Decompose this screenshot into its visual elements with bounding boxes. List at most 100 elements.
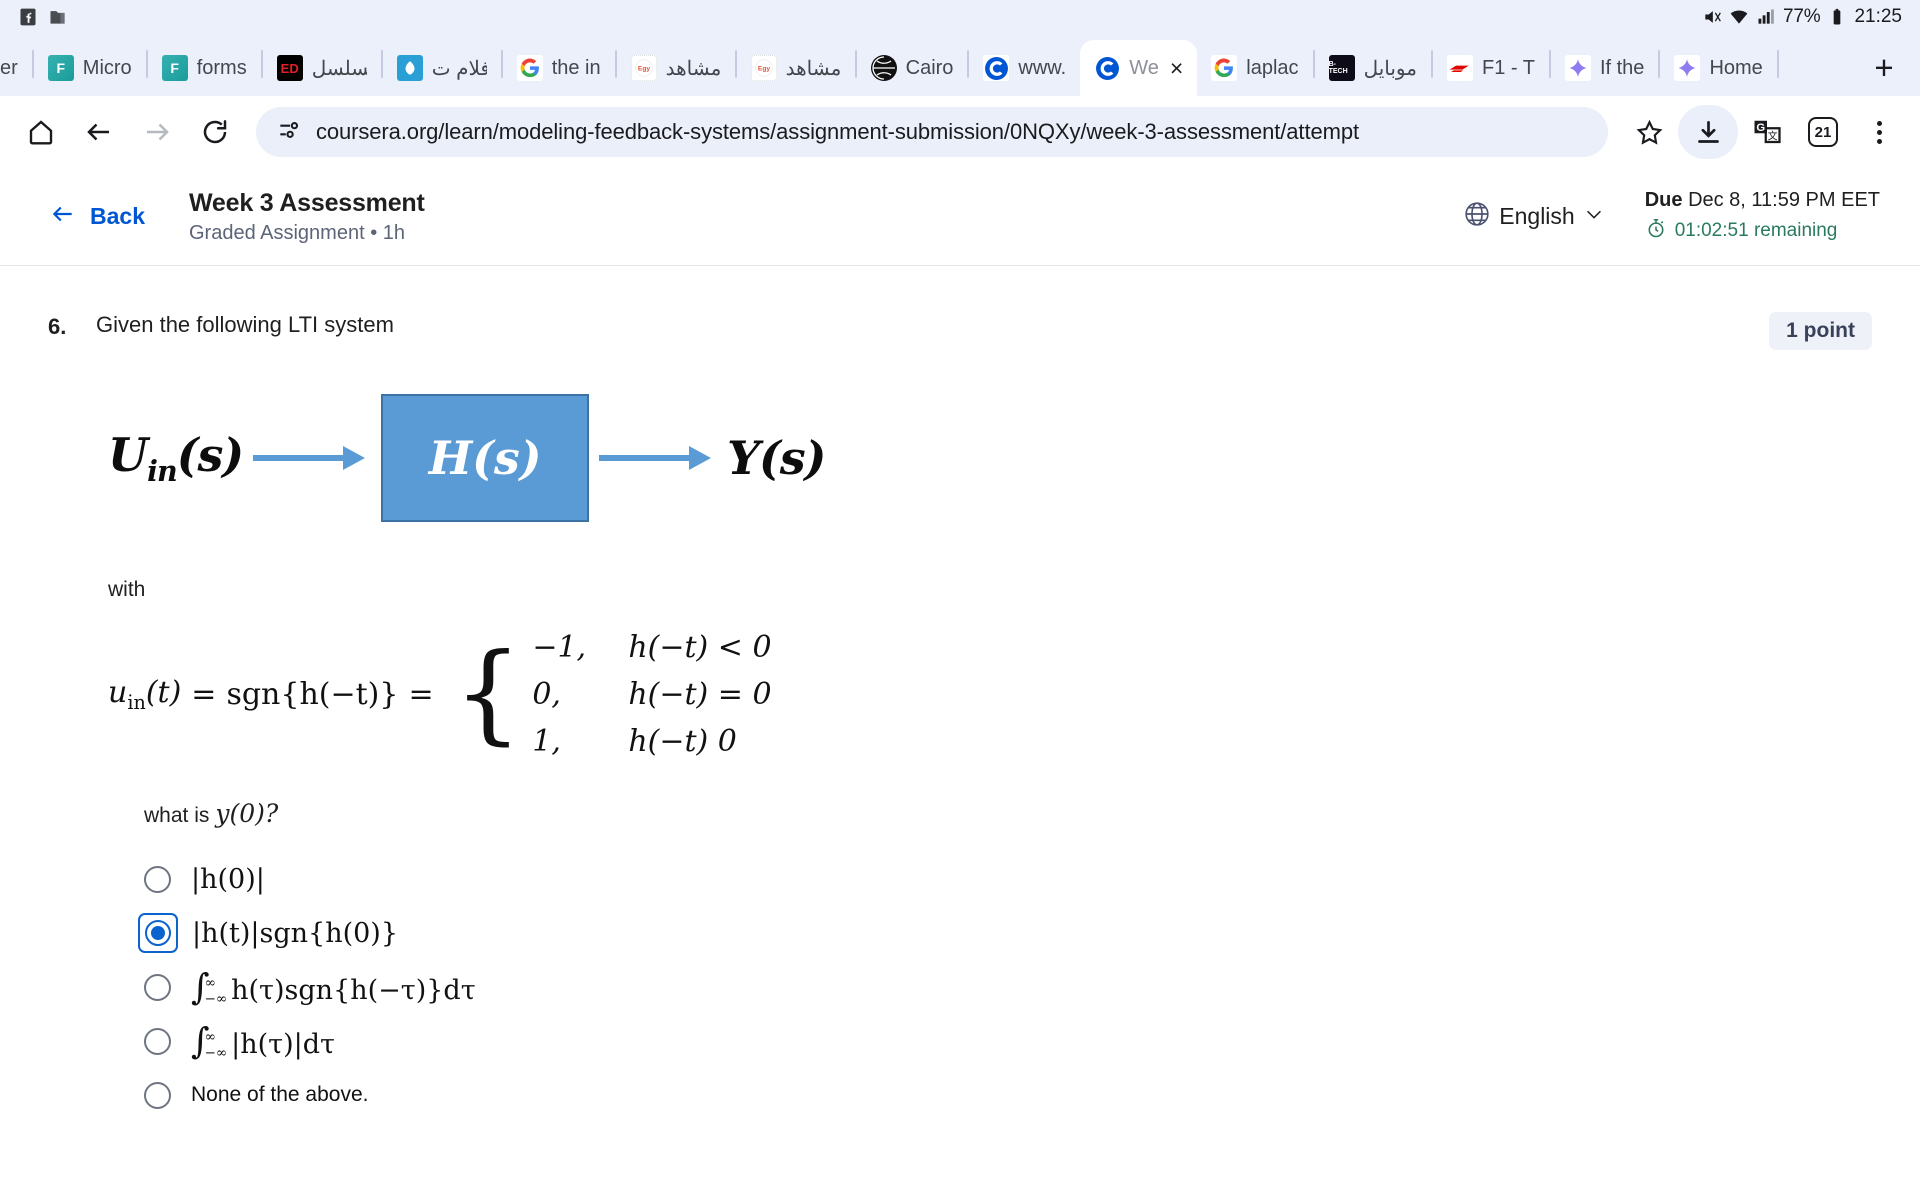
radio-button-unselected[interactable] [144,973,171,1001]
stopwatch-icon [1645,217,1667,245]
question-body: 6. Given the following LTI system 1 poin… [0,266,1920,1122]
url-text[interactable]: coursera.org/learn/modeling-feedback-sys… [316,119,1359,145]
wifi-icon [1729,7,1749,27]
what-is-question: what is y(0)? [144,799,1872,828]
volume-mute-icon [1702,7,1722,27]
tab-counter-button[interactable]: 21 [1796,105,1850,159]
equation-cases: −1, h(−t) < 0 0, h(−t) = 0 1, h(−t) 0 [532,630,771,759]
tab-item-the-in[interactable]: the in [503,40,615,96]
case-row: 1, h(−t) 0 [532,724,771,759]
back-button[interactable]: Back [48,201,145,233]
question-number: 6. [48,314,67,339]
forward-arrow-icon[interactable] [130,105,184,159]
home-icon[interactable] [14,105,68,159]
with-text: with [108,578,146,601]
star-icon[interactable] [1622,105,1676,159]
option-label: |h(0)| [191,863,265,895]
browser-toolbar: coursera.org/learn/modeling-feedback-sys… [0,96,1920,168]
svg-text:Egy: Egy [638,66,651,73]
tab-item-moshahed-2[interactable]: Egy مشاهد [737,40,855,96]
battery-percent: 77% [1783,6,1821,27]
tab-item-microsoft[interactable]: F Micro [34,40,146,96]
time-remaining: 01:02:51 remaining [1645,217,1880,245]
reload-icon[interactable] [188,105,242,159]
option-3[interactable]: ∫ ∞ −∞ h(τ)sgn{h(−τ)}dτ [144,960,1872,1014]
google-translate-icon[interactable]: G文 [1740,105,1794,159]
tab-item-partial[interactable]: er [0,40,32,96]
svg-text:Egy: Egy [758,66,771,73]
status-clock: 21:25 [1854,6,1902,27]
case-row: −1, h(−t) < 0 [532,630,771,665]
remaining-text: 01:02:51 remaining [1674,219,1838,241]
svg-text:文: 文 [1768,130,1778,143]
formula1-icon [1446,55,1473,81]
option-2-selected[interactable]: |h(t)|sgn{h(0)} [138,906,1872,960]
tab-item-if-the[interactable]: If the [1551,40,1658,96]
equation-brace: { [453,631,523,757]
question-prompt: Given the following LTI system [96,312,394,337]
due-block: Due Dec 8, 11:59 PM EET 01:02:51 remaini… [1645,189,1880,245]
option-label: |h(t)|sgn{h(0)} [192,917,399,949]
answer-options[interactable]: |h(0)| |h(t)|sgn{h(0)} ∫ ∞ −∞ h(τ)sgn{h(−τ)… [138,852,1872,1122]
new-tab-button[interactable]: + [1856,40,1912,96]
case-value: 0, [532,677,561,712]
equation-equals-1: = [191,677,217,712]
tab-item-home[interactable]: Home [1660,40,1776,96]
tab-item-f1[interactable]: F1 - T [1433,40,1549,96]
tab-list[interactable]: er F Micro F forms ED مسلسل أفلام ت [0,34,1856,96]
diagram-arrow-in [253,445,371,471]
option-label: ∫ ∞ −∞ h(τ)sgn{h(−τ)}dτ [191,966,476,1008]
diagram-input-label: Uin(s) [108,427,244,489]
due-date: Dec 8, 11:59 PM EET [1688,188,1880,211]
browser-tab-strip: er F Micro F forms ED مسلسل أفلام ت [0,34,1920,96]
tab-item-coursera-www[interactable]: www. [969,40,1080,96]
question-header-row: 6. Given the following LTI system 1 poin… [48,312,1872,350]
download-icon[interactable] [1678,105,1738,159]
tab-item-week3-assessment-active[interactable]: We × [1080,40,1198,96]
facebook-notification-icon [18,7,38,27]
radio-button-unselected[interactable] [144,1027,171,1055]
chevron-down-icon [1583,203,1605,231]
points-badge: 1 point [1769,312,1872,350]
globe-dark-icon [870,55,897,81]
integral-symbol: ∫ ∞ −∞ [191,1020,228,1062]
close-icon[interactable]: × [1170,56,1183,80]
language-selector[interactable]: English [1463,200,1604,234]
equation-sgn: sgn{h(−t)} [226,677,399,712]
equation-equals-2: = [408,677,434,712]
tab-item-cairo[interactable]: Cairo [857,40,968,96]
option-4[interactable]: ∫ ∞ −∞ |h(τ)|dτ [144,1014,1872,1068]
tab-item-mosalsal[interactable]: ED مسلسل [263,40,381,96]
btech-icon: B-TECH [1328,55,1355,81]
tab-item-moshahed-1[interactable]: Egy مشاهد [617,40,735,96]
gemini-icon [1674,55,1701,81]
case-row: 0, h(−t) = 0 [532,677,771,712]
site-permissions-icon[interactable] [276,117,302,148]
case-value: −1, [532,630,587,665]
svg-text:G: G [1756,122,1765,134]
back-label: Back [90,203,145,229]
back-arrow-icon[interactable] [72,105,126,159]
tab-count-badge: 21 [1808,117,1838,147]
tab-item-mobile[interactable]: B-TECH موبايل [1315,40,1431,96]
radio-button-unselected[interactable] [144,865,171,893]
option-1[interactable]: |h(0)| [144,852,1872,906]
google-icon [516,55,543,81]
option-5[interactable]: None of the above. [144,1068,1872,1122]
diagram-arrow-out [599,445,717,471]
address-bar[interactable]: coursera.org/learn/modeling-feedback-sys… [256,107,1608,157]
battery-icon [1827,7,1847,27]
tab-item-aflam[interactable]: أفلام ت [383,40,501,96]
radio-button-selected[interactable] [138,913,178,953]
lti-block-diagram: Uin(s) H(s) Y(s) [108,394,1872,522]
assessment-titles: Week 3 Assessment Graded Assignment • 1h [189,189,425,245]
case-condition: h(−t) < 0 [628,630,772,665]
what-is-math: y(0)? [215,799,279,828]
folder-icon [48,7,68,27]
tab-item-forms[interactable]: F forms [148,40,261,96]
integral-symbol: ∫ ∞ −∞ [191,966,228,1008]
case-condition: h(−t) 0 [628,724,737,759]
tab-item-laplace[interactable]: laplac [1197,40,1312,96]
radio-button-unselected[interactable] [144,1081,171,1109]
kebab-menu-icon[interactable] [1852,105,1906,159]
